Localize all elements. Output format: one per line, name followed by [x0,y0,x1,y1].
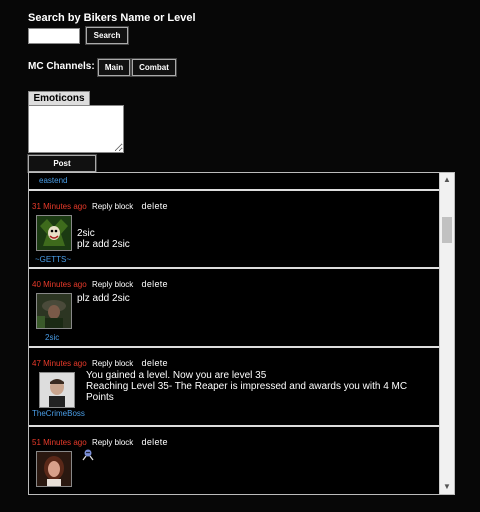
mc-channels-label: MC Channels: [28,61,95,72]
scroll-up-icon[interactable]: ▲ [440,173,454,187]
avatar[interactable] [39,372,75,408]
delete-link[interactable]: delete [142,279,168,289]
combat-channel-button[interactable]: Combat [131,58,177,77]
feed-scrollbar[interactable]: ▲ ▼ [439,173,454,494]
post-message: 2sic plz add 2sic [77,228,130,250]
scroll-down-icon[interactable]: ▼ [440,480,454,494]
post-time: 31 Minutes ago [32,202,87,211]
post-textarea[interactable] [28,105,124,153]
post-message: You gained a level. Now you are level 35… [86,370,408,403]
reply-block-link[interactable]: Reply block [92,280,133,289]
list-item: 51 Minutes ago Reply block delete [29,425,439,494]
list-item: 47 Minutes ago Reply block delete TheCri… [29,346,439,424]
search-title: Search by Bikers Name or Level [28,12,196,24]
search-input[interactable] [28,28,80,44]
delete-link[interactable]: delete [142,437,168,447]
username-link[interactable]: ~GETTS~ [35,255,71,264]
post-button[interactable]: Post [27,154,97,173]
reply-block-link[interactable]: Reply block [92,438,133,447]
username-link[interactable]: 2sic [45,333,59,342]
reply-block-link[interactable]: Reply block [92,202,133,211]
message-feed[interactable]: eastend 31 Minutes ago Reply block delet… [28,172,455,495]
delete-link[interactable]: delete [142,201,168,211]
post-message: plz add 2sic [77,293,130,304]
list-item: 40 Minutes ago Reply block delete 2sic p… [29,267,439,345]
post-time: 51 Minutes ago [32,438,87,447]
emoticon-icon [81,448,95,467]
search-button[interactable]: Search [85,26,129,45]
avatar[interactable] [36,451,72,487]
list-item: 31 Minutes ago Reply block delete ~GETTS… [29,189,439,267]
avatar[interactable] [36,215,72,251]
emoticons-button[interactable]: Emoticons [28,91,90,106]
post-time: 47 Minutes ago [32,359,87,368]
username-link[interactable]: eastend [39,176,67,185]
post-time: 40 Minutes ago [32,280,87,289]
scroll-thumb[interactable] [442,217,452,243]
avatar[interactable] [36,293,72,329]
username-link[interactable]: TheCrimeBoss [32,409,85,418]
delete-link[interactable]: delete [142,358,168,368]
main-channel-button[interactable]: Main [97,58,131,77]
reply-block-link[interactable]: Reply block [92,359,133,368]
